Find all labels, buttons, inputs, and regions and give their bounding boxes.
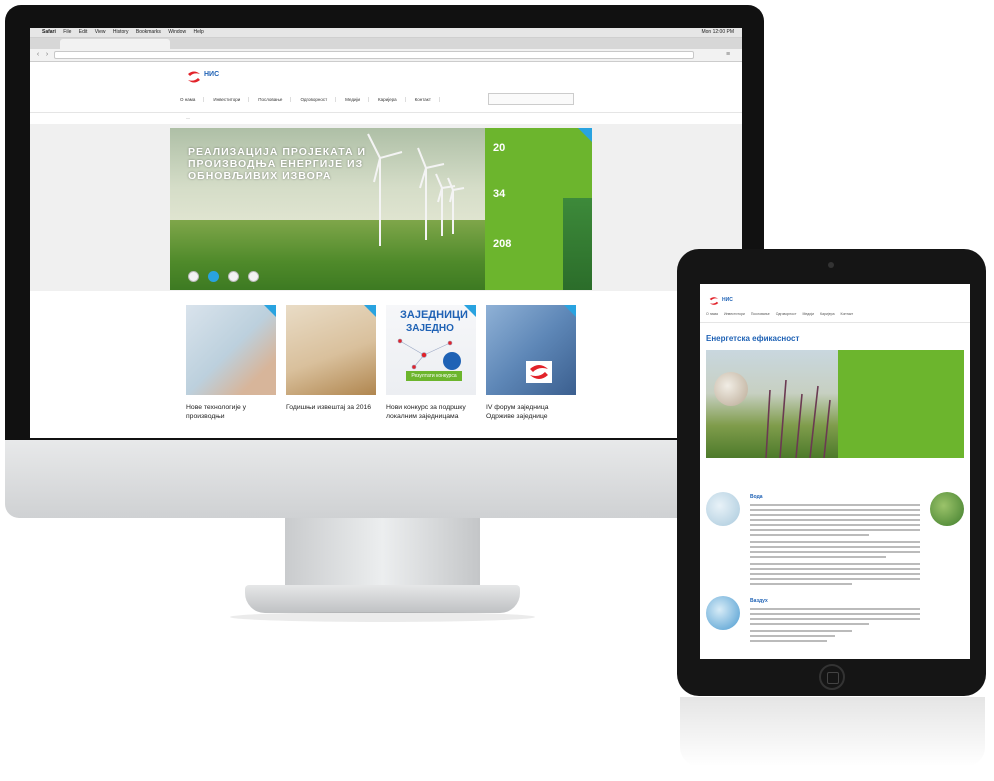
- tablet-page-title: Енергетска ефикасност: [706, 334, 800, 343]
- tablet-nav-item[interactable]: Инвеститори: [724, 312, 745, 320]
- tablet-nav-item[interactable]: Медији: [802, 312, 814, 320]
- tablet-nav-item[interactable]: Пословање: [751, 312, 770, 320]
- nav-item-business[interactable]: Пословање: [258, 96, 292, 102]
- tablet-nav-item[interactable]: Контакт: [841, 312, 854, 320]
- header-divider: [30, 112, 742, 113]
- nav-item-media[interactable]: Медији: [345, 96, 370, 102]
- tablet-hero: [706, 350, 964, 458]
- nis-logo-icon[interactable]: [186, 70, 202, 84]
- camera-icon: [828, 262, 834, 268]
- nav-item-investors[interactable]: Инвеститори: [213, 96, 250, 102]
- nav-item-contact[interactable]: Контакт: [415, 96, 440, 102]
- news-card-image[interactable]: ЗАЈЕДНИЦИ ЗАЈЕДНО Резултати конкурса: [386, 305, 476, 395]
- stat-number: 208: [493, 238, 512, 250]
- news-card[interactable]: IV форум заједница Одрживе заједнице: [486, 305, 576, 421]
- tablet-header-divider: [700, 322, 970, 323]
- back-arrow-icon[interactable]: ‹: [34, 51, 42, 59]
- tablet-section-heading: Ваздух: [750, 598, 768, 604]
- hero-slider[interactable]: Реализација пројеката и производња енерг…: [170, 128, 485, 290]
- site-logo-text[interactable]: НИС: [204, 71, 219, 78]
- news-card-image[interactable]: [186, 305, 276, 395]
- card-title-line1: ЗАЈЕДНИЦИ: [400, 309, 468, 321]
- breadcrumb: —: [186, 115, 190, 120]
- imac-shadow: [230, 612, 535, 622]
- news-card[interactable]: ЗАЈЕДНИЦИ ЗАЈЕДНО Резултати конкурса Нов…: [386, 305, 476, 421]
- tablet-hero-panel: [838, 350, 964, 458]
- browser-tab[interactable]: [60, 39, 170, 49]
- slide-dot-active[interactable]: [208, 271, 219, 282]
- plus-icon[interactable]: [564, 305, 576, 317]
- air-icon: [706, 596, 740, 630]
- menu-clock: Mon 12:00 PM: [701, 29, 734, 35]
- nav-item-about[interactable]: О нама: [180, 96, 205, 102]
- stats-panel: 20 34 208: [485, 128, 592, 290]
- nav-item-responsibility[interactable]: Одговорност: [300, 96, 337, 102]
- news-card[interactable]: Годишњи извештај за 2016: [286, 305, 376, 412]
- menu-icon[interactable]: ≡: [724, 51, 732, 59]
- tablet-section-body: [750, 608, 920, 645]
- tablet-nav-item[interactable]: О нама: [706, 312, 718, 320]
- news-card-image[interactable]: [286, 305, 376, 395]
- tablet-navigation: О нама Инвеститори Пословање Одговорност…: [706, 312, 964, 320]
- tablet-nav-item[interactable]: Каријера: [820, 312, 835, 320]
- desktop-browser-screen: Safari File Edit View History Bookmarks …: [30, 28, 742, 438]
- menu-item-view[interactable]: View: [95, 29, 106, 35]
- slide-dot[interactable]: [248, 271, 259, 282]
- nav-item-careers[interactable]: Каријера: [378, 96, 406, 102]
- plants-graphic-icon: [765, 379, 831, 458]
- tablet-nav-item[interactable]: Одговорност: [776, 312, 797, 320]
- tablet-logo-text[interactable]: НИС: [722, 297, 733, 303]
- news-card-caption[interactable]: Нове технологије у производњи: [186, 403, 276, 421]
- menu-item-history[interactable]: History: [113, 29, 129, 35]
- plus-icon[interactable]: [364, 305, 376, 317]
- site-search-input[interactable]: [488, 93, 574, 105]
- menu-item-help[interactable]: Help: [193, 29, 203, 35]
- contest-results-badge[interactable]: Резултати конкурса: [406, 371, 462, 381]
- menu-item-bookmarks[interactable]: Bookmarks: [136, 29, 161, 35]
- tablet-section-air: Ваздух: [706, 596, 964, 656]
- ipad-reflection: [680, 697, 985, 767]
- stat-number: 34: [493, 188, 506, 200]
- tablet-section-water: Вода: [706, 492, 964, 585]
- news-card-caption[interactable]: Нови конкурс за подршку локалним заједни…: [386, 403, 476, 421]
- news-card-caption[interactable]: Годишњи извештај за 2016: [286, 403, 376, 412]
- menu-item-app[interactable]: Safari: [42, 29, 56, 35]
- browser-tab-bar: [30, 38, 742, 49]
- stats-side-image: [563, 198, 592, 290]
- nis-logo-icon: [526, 361, 552, 383]
- plus-icon[interactable]: [464, 305, 476, 317]
- browser-toolbar: ‹ › ≡: [30, 49, 742, 62]
- stat-number: 20: [493, 142, 506, 154]
- news-card[interactable]: Нове технологије у производњи: [186, 305, 276, 421]
- imac-stand-base: [245, 585, 520, 613]
- news-card-image[interactable]: [486, 305, 576, 395]
- imac-chin: [5, 440, 764, 518]
- address-bar[interactable]: [54, 51, 694, 59]
- water-icon: [706, 492, 740, 526]
- menu-item-edit[interactable]: Edit: [79, 29, 88, 35]
- menu-item-window[interactable]: Window: [168, 29, 186, 35]
- tablet-section-heading: Вода: [750, 494, 763, 500]
- site-header: НИС О нама Инвеститори Пословање Одговор…: [30, 62, 742, 112]
- menu-item-file[interactable]: File: [63, 29, 71, 35]
- network-graphic-icon: [397, 338, 461, 370]
- tablet-browser-screen: НИС О нама Инвеститори Пословање Одговор…: [700, 284, 970, 659]
- corner-plus-icon[interactable]: [578, 128, 592, 142]
- imac-stand: [285, 518, 480, 588]
- home-button-icon[interactable]: [819, 664, 845, 690]
- plus-icon[interactable]: [264, 305, 276, 317]
- mac-menu-bar: Safari File Edit View History Bookmarks …: [30, 28, 742, 38]
- nature-icon: [930, 492, 964, 526]
- hero-headline: Реализација пројеката и производња енерг…: [188, 146, 367, 182]
- card-title-line2: ЗАЈЕДНО: [406, 323, 454, 334]
- slide-dot[interactable]: [188, 271, 199, 282]
- news-card-caption[interactable]: IV форум заједница Одрживе заједнице: [486, 403, 576, 421]
- tablet-section-body: [750, 504, 920, 588]
- hero-pagination: [188, 271, 259, 282]
- nis-logo-icon[interactable]: [708, 296, 720, 306]
- slide-dot[interactable]: [228, 271, 239, 282]
- forward-arrow-icon[interactable]: ›: [43, 51, 51, 59]
